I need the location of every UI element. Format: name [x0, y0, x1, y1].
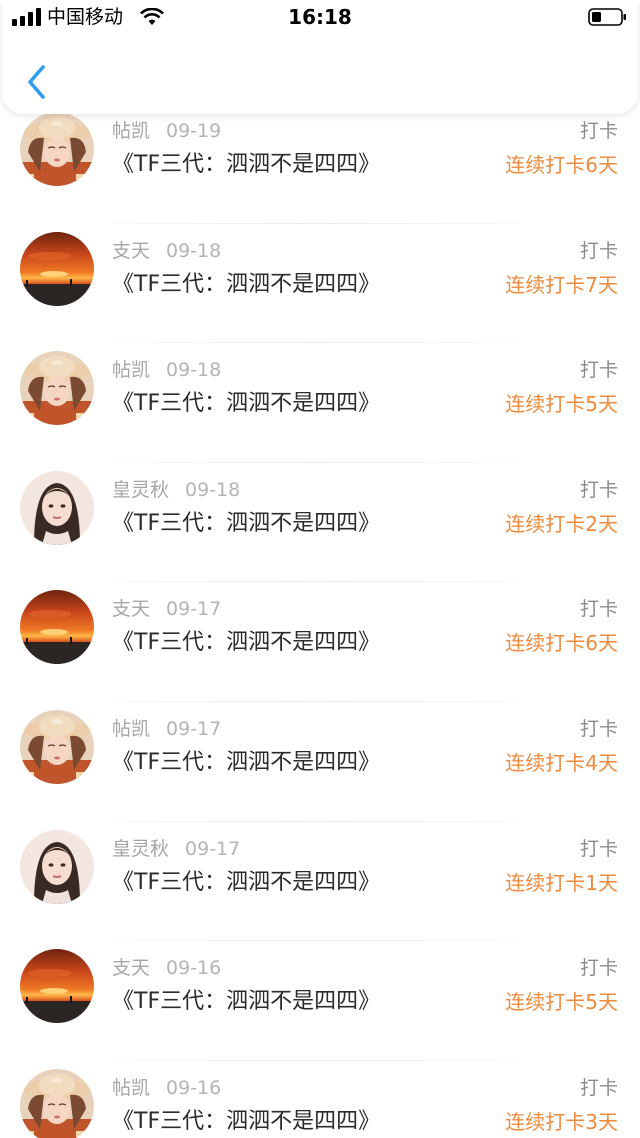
item-meta: 支天 09-17 [112, 598, 221, 620]
chevron-left-icon [28, 65, 45, 99]
list-item[interactable]: 支天 09-16 《TF三代：泗泗不是四四》 打卡 连续打卡5天 [0, 941, 640, 1061]
streak-count: 连续打卡5天 [505, 990, 618, 1015]
username: 帖凯 [112, 717, 151, 740]
list-item[interactable]: 支天 09-18 《TF三代：泗泗不是四四》 打卡 连续打卡7天 [0, 224, 640, 344]
avatar[interactable] [20, 829, 94, 904]
avatar[interactable] [20, 470, 94, 545]
back-button[interactable] [22, 62, 52, 102]
checkin-date: 09-18 [185, 478, 241, 501]
checkin-date: 09-17 [166, 717, 222, 740]
list-item[interactable]: 帖凯 09-16 《TF三代：泗泗不是四四》 打卡 连续打卡3天 [0, 1061, 640, 1138]
item-meta: 帖凯 09-18 [112, 359, 221, 381]
avatar[interactable] [20, 351, 94, 426]
checkin-date: 09-18 [166, 359, 222, 382]
status-bar: 中国移动 16:18 [0, 0, 640, 36]
avatar-image [20, 231, 94, 306]
battery-icon [588, 8, 626, 26]
avatar-image [20, 112, 94, 186]
book-title: 《TF三代：泗泗不是四四》 [112, 749, 381, 775]
streak-count: 连续打卡3天 [505, 1109, 618, 1134]
checkin-date: 09-17 [185, 837, 241, 860]
list-item[interactable]: 帖凯 09-19 《TF三代：泗泗不是四四》 打卡 连续打卡6天 [0, 104, 640, 224]
list-item[interactable]: 帖凯 09-18 《TF三代：泗泗不是四四》 打卡 连续打卡5天 [0, 343, 640, 463]
book-title: 《TF三代：泗泗不是四四》 [112, 391, 381, 417]
username: 支天 [112, 598, 151, 621]
username: 帖凯 [112, 120, 151, 142]
book-title: 《TF三代：泗泗不是四四》 [112, 1108, 381, 1134]
streak-count: 连续打卡6天 [505, 153, 618, 177]
username: 皇灵秋 [112, 478, 170, 501]
avatar[interactable] [20, 949, 94, 1024]
avatar[interactable] [20, 590, 94, 665]
item-meta: 帖凯 09-17 [112, 718, 221, 740]
avatar-image [20, 1068, 94, 1138]
streak-count: 连续打卡5天 [505, 392, 618, 417]
list-item[interactable]: 皇灵秋 09-18 《TF三代：泗泗不是四四》 打卡 连续打卡2天 [0, 463, 640, 583]
checkin-date: 09-19 [166, 120, 222, 142]
book-title: 《TF三代：泗泗不是四四》 [112, 630, 381, 656]
item-meta: 支天 09-18 [112, 240, 221, 262]
avatar[interactable] [20, 709, 94, 784]
checkin-list-page: 中国移动 16:18 帖凯 09-19 《TF三代：泗泗不是四四》 打卡 连续打卡… [0, 0, 640, 1138]
item-meta: 皇灵秋 09-18 [112, 479, 240, 501]
item-meta: 皇灵秋 09-17 [112, 838, 240, 860]
item-meta: 帖凯 09-19 [112, 120, 221, 142]
avatar[interactable] [20, 112, 94, 186]
streak-count: 连续打卡7天 [505, 272, 618, 297]
list-item[interactable]: 皇灵秋 09-17 《TF三代：泗泗不是四四》 打卡 连续打卡1天 [0, 822, 640, 942]
checkin-label: 打卡 [579, 478, 618, 501]
list-item[interactable]: 支天 09-17 《TF三代：泗泗不是四四》 打卡 连续打卡6天 [0, 582, 640, 702]
checkin-label: 打卡 [579, 239, 618, 262]
checkin-date: 09-18 [166, 239, 222, 262]
streak-count: 连续打卡1天 [505, 870, 618, 895]
username: 支天 [112, 239, 151, 262]
avatar-image [20, 590, 94, 665]
item-meta: 支天 09-16 [112, 957, 221, 979]
avatar[interactable] [20, 231, 94, 306]
checkin-label: 打卡 [579, 837, 618, 860]
checkin-label: 打卡 [579, 1076, 618, 1099]
book-title: 《TF三代：泗泗不是四四》 [112, 510, 381, 536]
item-meta: 帖凯 09-16 [112, 1077, 221, 1099]
streak-count: 连续打卡6天 [505, 631, 618, 656]
avatar-image [20, 351, 94, 426]
checkin-label: 打卡 [579, 359, 618, 382]
avatar[interactable] [20, 1068, 94, 1138]
list-item[interactable]: 帖凯 09-17 《TF三代：泗泗不是四四》 打卡 连续打卡4天 [0, 702, 640, 822]
username: 帖凯 [112, 1076, 151, 1099]
checkin-label: 打卡 [579, 717, 618, 740]
checkin-label: 打卡 [579, 957, 618, 980]
avatar-image [20, 829, 94, 904]
book-title: 《TF三代：泗泗不是四四》 [112, 271, 381, 297]
streak-count: 连续打卡2天 [505, 511, 618, 536]
book-title: 《TF三代：泗泗不是四四》 [112, 152, 381, 177]
checkin-label: 打卡 [579, 598, 618, 621]
username: 支天 [112, 957, 151, 980]
book-title: 《TF三代：泗泗不是四四》 [112, 989, 381, 1015]
checkin-date: 09-16 [166, 957, 222, 980]
checkin-date: 09-17 [166, 598, 222, 621]
checkin-label: 打卡 [579, 120, 618, 142]
book-title: 《TF三代：泗泗不是四四》 [112, 869, 381, 895]
checkin-date: 09-16 [166, 1076, 222, 1099]
streak-count: 连续打卡4天 [505, 750, 618, 775]
avatar-image [20, 470, 94, 545]
checkin-list: 帖凯 09-19 《TF三代：泗泗不是四四》 打卡 连续打卡6天 支天 09-18 … [0, 104, 640, 1138]
avatar-image [20, 949, 94, 1024]
username: 皇灵秋 [112, 837, 170, 860]
avatar-image [20, 709, 94, 784]
clock-time: 16:18 [288, 5, 352, 29]
username: 帖凯 [112, 359, 151, 382]
